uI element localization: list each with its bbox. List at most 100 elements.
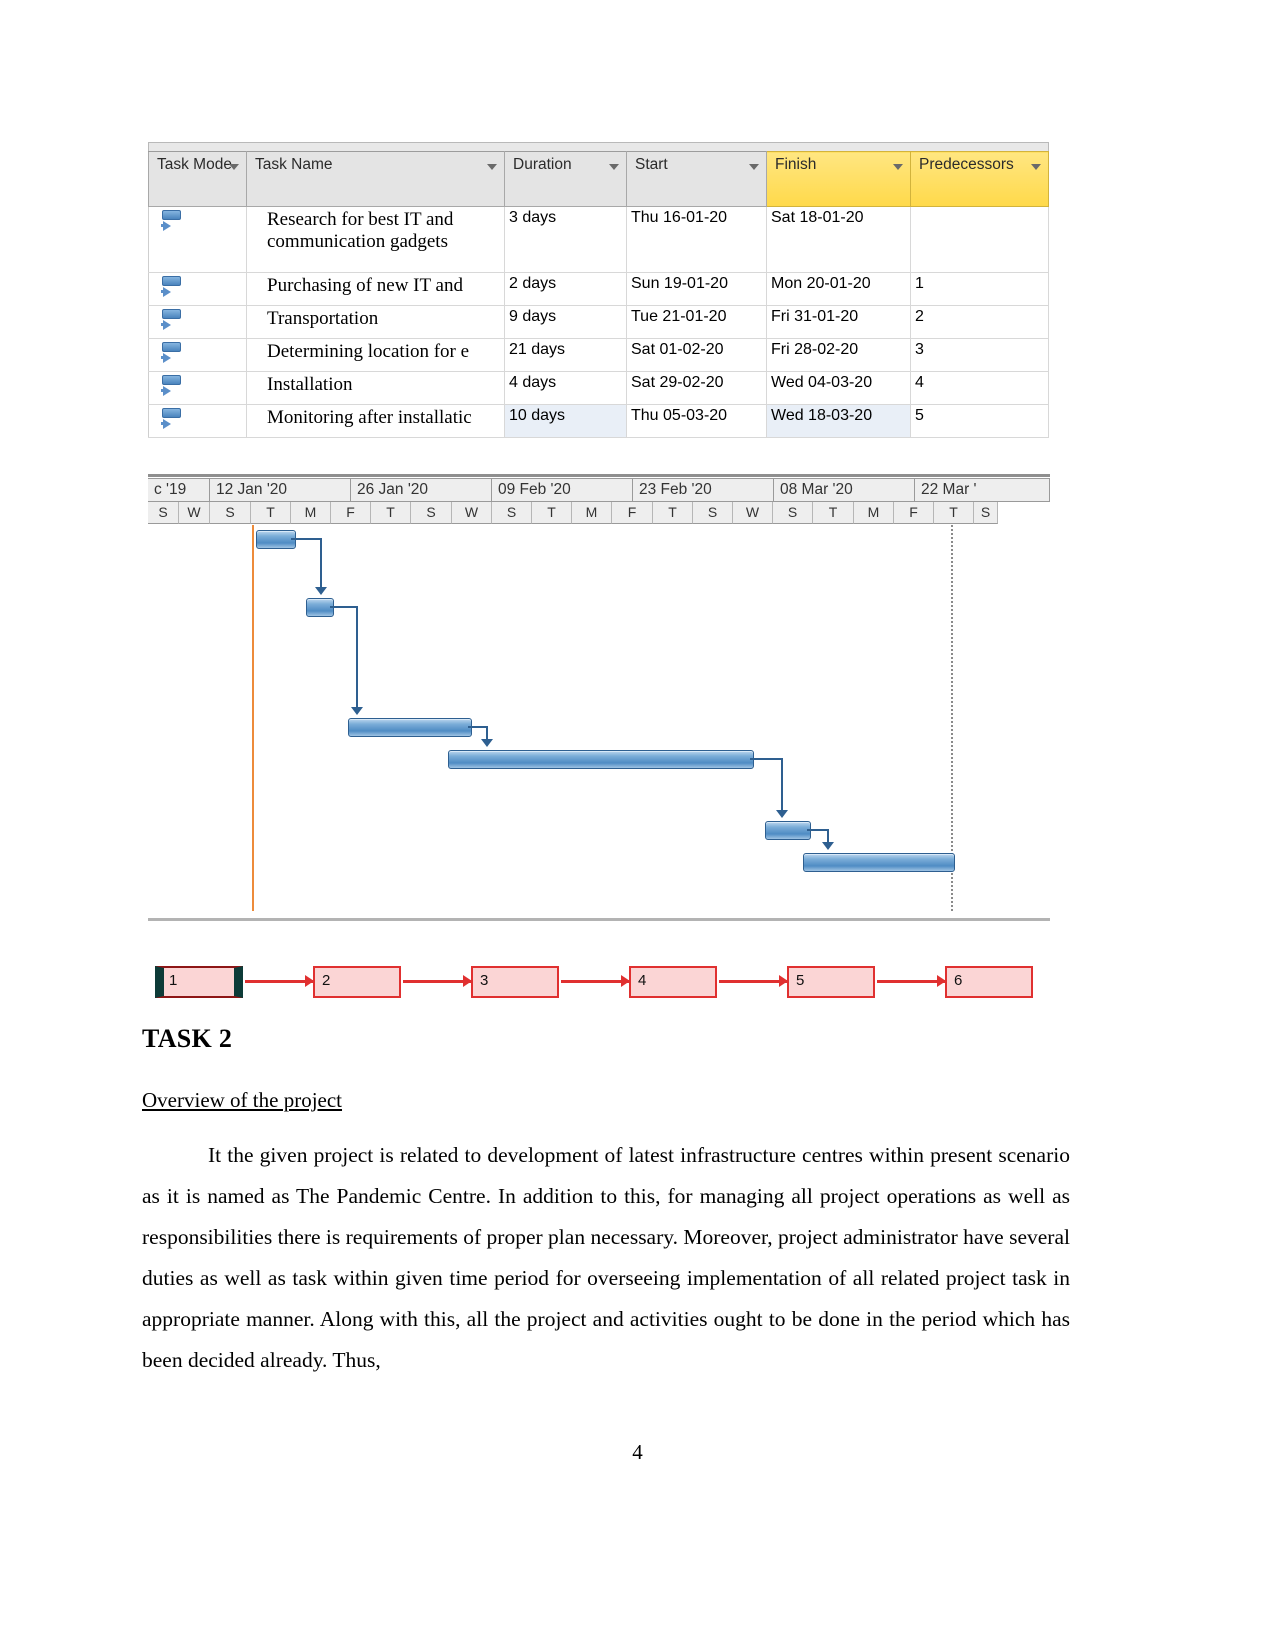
column-header-label: Start xyxy=(635,156,668,173)
duration-cell[interactable]: 4 days xyxy=(504,371,627,405)
start-cell[interactable]: Sun 19-01-20 xyxy=(626,272,767,306)
predecessors-cell[interactable]: 1 xyxy=(910,272,1049,306)
timescale-minor-cell: T xyxy=(934,502,974,524)
task-name-cell[interactable]: Transportation xyxy=(246,305,505,339)
predecessors-cell[interactable]: 5 xyxy=(910,404,1049,438)
finish-cell[interactable]: Sat 18-01-20 xyxy=(766,206,911,273)
column-header-start[interactable]: Start xyxy=(626,151,767,207)
duration-cell[interactable]: 9 days xyxy=(504,305,627,339)
network-arrow xyxy=(561,975,630,987)
predecessors-cell[interactable]: 3 xyxy=(910,338,1049,372)
finish-cell[interactable]: Fri 31-01-20 xyxy=(766,305,911,339)
column-header-label: Finish xyxy=(775,156,817,173)
chevron-down-icon[interactable] xyxy=(893,164,903,170)
link-line xyxy=(356,606,358,711)
gantt-bar-task-3[interactable] xyxy=(348,718,472,737)
network-node-6[interactable]: 6 xyxy=(945,966,1033,998)
network-node-5[interactable]: 5 xyxy=(787,966,875,998)
page-number: 4 xyxy=(632,1440,643,1464)
predecessors-cell[interactable] xyxy=(910,206,1049,273)
network-node-4[interactable]: 4 xyxy=(629,966,717,998)
table-row[interactable]: Transportation 9 days Tue 21-01-20 Fri 3… xyxy=(148,305,1049,339)
start-cell[interactable]: Tue 21-01-20 xyxy=(626,305,767,339)
timescale-major-cell: 12 Jan '20 xyxy=(210,478,351,502)
task-name-cell[interactable]: Purchasing of new IT and xyxy=(246,272,505,306)
task-name-cell[interactable]: Research for best IT and communication g… xyxy=(246,206,505,273)
column-header-label: Task Name xyxy=(255,156,333,173)
start-cell[interactable]: Thu 16-01-20 xyxy=(626,206,767,273)
network-arrow xyxy=(245,975,314,987)
table-row[interactable]: Research for best IT and communication g… xyxy=(148,206,1049,273)
network-diagram: 1 2 3 4 5 6 xyxy=(155,966,1055,1010)
network-node-3[interactable]: 3 xyxy=(471,966,559,998)
task-mode-cell[interactable] xyxy=(148,206,247,273)
duration-cell[interactable]: 21 days xyxy=(504,338,627,372)
task-mode-cell[interactable] xyxy=(148,404,247,438)
task-name-cell[interactable]: Installation xyxy=(246,371,505,405)
table-row[interactable]: Determining location for e 21 days Sat 0… xyxy=(148,338,1049,372)
task-name-cell[interactable]: Monitoring after installatic xyxy=(246,404,505,438)
timescale-minor-cell: W xyxy=(179,502,210,524)
task-name-cell[interactable]: Determining location for e xyxy=(246,338,505,372)
gantt-bar-task-4[interactable] xyxy=(448,750,754,769)
start-cell[interactable]: Sat 01-02-20 xyxy=(626,338,767,372)
predecessors-cell[interactable]: 2 xyxy=(910,305,1049,339)
table-row[interactable]: Monitoring after installatic 10 days Thu… xyxy=(148,404,1049,438)
task-mode-cell[interactable] xyxy=(148,305,247,339)
timescale-minor-cell: T xyxy=(653,502,693,524)
timescale-minor-cell: T xyxy=(532,502,572,524)
timescale-minor-cell: S xyxy=(974,502,998,524)
column-header-task-mode[interactable]: Task Mode xyxy=(148,151,247,207)
link-line xyxy=(291,538,322,540)
column-header-predecessors[interactable]: Predecessors xyxy=(910,151,1049,207)
finish-cell[interactable]: Mon 20-01-20 xyxy=(766,272,911,306)
duration-cell[interactable]: 10 days xyxy=(504,404,627,438)
chevron-down-icon[interactable] xyxy=(609,164,619,170)
gantt-bar-task-1[interactable] xyxy=(256,530,296,549)
project-task-table: Task Mode Task Name Duration Start Finis… xyxy=(148,142,1049,438)
timescale-major-cell: c '19 xyxy=(148,478,210,502)
timescale-minor-cell: S xyxy=(148,502,179,524)
gantt-chart-area[interactable] xyxy=(148,525,1050,929)
duration-cell[interactable]: 3 days xyxy=(504,206,627,273)
link-line xyxy=(320,538,322,591)
table-row[interactable]: Purchasing of new IT and 2 days Sun 19-0… xyxy=(148,272,1049,306)
column-header-label: Predecessors xyxy=(919,156,1014,173)
section-subheading: Overview of the project xyxy=(142,1088,343,1112)
chevron-down-icon[interactable] xyxy=(749,164,759,170)
timescale-minor-cell: M xyxy=(572,502,612,524)
document-page: Task Mode Task Name Duration Start Finis… xyxy=(0,0,1275,1651)
finish-cell[interactable]: Fri 28-02-20 xyxy=(766,338,911,372)
timescale-minor-cell: T xyxy=(371,502,411,524)
task-mode-cell[interactable] xyxy=(148,272,247,306)
chevron-down-icon[interactable] xyxy=(1031,164,1041,170)
overview-paragraph: It the given project is related to devel… xyxy=(142,1143,1070,1372)
chevron-down-icon[interactable] xyxy=(487,164,497,170)
duration-cell[interactable]: 2 days xyxy=(504,272,627,306)
start-cell[interactable]: Thu 05-03-20 xyxy=(626,404,767,438)
table-row[interactable]: Installation 4 days Sat 29-02-20 Wed 04-… xyxy=(148,371,1049,405)
predecessors-cell[interactable]: 4 xyxy=(910,371,1049,405)
column-header-finish[interactable]: Finish xyxy=(766,151,911,207)
gantt-top-divider xyxy=(148,474,1050,477)
network-node-2[interactable]: 2 xyxy=(313,966,401,998)
timescale-minor-cell: W xyxy=(733,502,773,524)
task-mode-cell[interactable] xyxy=(148,371,247,405)
task-mode-cell[interactable] xyxy=(148,338,247,372)
timescale-minor-cell: S xyxy=(411,502,452,524)
timescale-major-cell: 23 Feb '20 xyxy=(633,478,774,502)
column-header-task-name[interactable]: Task Name xyxy=(246,151,505,207)
chevron-down-icon[interactable] xyxy=(229,164,239,170)
network-node-1[interactable]: 1 xyxy=(155,966,243,998)
finish-cell[interactable]: Wed 18-03-20 xyxy=(766,404,911,438)
gantt-chart: c '19 12 Jan '20 26 Jan '20 09 Feb '20 2… xyxy=(148,474,1050,929)
timescale-minor-cell: W xyxy=(452,502,492,524)
gantt-bar-task-6[interactable] xyxy=(803,853,955,872)
finish-cell[interactable]: Wed 04-03-20 xyxy=(766,371,911,405)
timescale-minor-cell: S xyxy=(773,502,813,524)
column-header-duration[interactable]: Duration xyxy=(504,151,627,207)
start-cell[interactable]: Sat 29-02-20 xyxy=(626,371,767,405)
timescale-minor-cell: S xyxy=(492,502,532,524)
timescale-minor-cell: M xyxy=(854,502,894,524)
gantt-bar-task-5[interactable] xyxy=(765,821,811,840)
